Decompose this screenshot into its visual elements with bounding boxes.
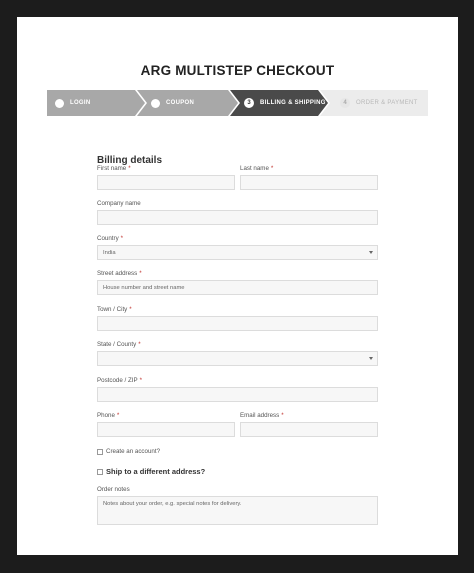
country-value: India: [103, 249, 116, 256]
company-name-field[interactable]: [97, 210, 378, 225]
email-field[interactable]: [240, 422, 378, 437]
first-name-field[interactable]: [97, 175, 235, 190]
ship-different-label[interactable]: Ship to a different address?: [106, 467, 205, 476]
checkout-steps: LOGIN COUPON 3 BILLING & SHIPPING 4 ORDE…: [47, 90, 428, 116]
step-number: 4: [340, 98, 350, 108]
country-select[interactable]: India: [97, 245, 378, 260]
step-login[interactable]: LOGIN: [47, 90, 145, 116]
step-label: COUPON: [166, 100, 195, 106]
street-address-field[interactable]: House number and street name: [97, 280, 378, 295]
state-select[interactable]: [97, 351, 378, 366]
last-name-field[interactable]: [240, 175, 378, 190]
create-account-label[interactable]: Create an account?: [106, 448, 160, 455]
checkout-card: ARG MULTISTEP CHECKOUT LOGIN COUPON 3 BI…: [17, 17, 458, 555]
checkmark-icon: [143, 91, 160, 108]
phone-label: Phone *: [97, 412, 120, 419]
street-address-label: Street address *: [97, 270, 142, 277]
order-notes-label: Order notes: [97, 486, 130, 493]
chevron-down-icon: [369, 357, 373, 360]
city-label: Town / City *: [97, 306, 132, 313]
postcode-field[interactable]: [97, 387, 378, 402]
company-name-label: Company name: [97, 200, 141, 207]
ship-different-checkbox[interactable]: [97, 469, 103, 475]
order-notes-placeholder: Notes about your order, e.g. special not…: [103, 501, 242, 507]
checkmark-icon: [47, 91, 64, 108]
step-number: 3: [244, 98, 254, 108]
phone-field[interactable]: [97, 422, 235, 437]
step-billing-shipping[interactable]: 3 BILLING & SHIPPING: [230, 90, 328, 116]
email-label: Email address *: [240, 412, 284, 419]
chevron-down-icon: [369, 251, 373, 254]
step-label: BILLING & SHIPPING: [260, 100, 326, 106]
country-label: Country *: [97, 235, 124, 242]
first-name-label: First name *: [97, 165, 131, 172]
order-notes-textarea[interactable]: Notes about your order, e.g. special not…: [97, 496, 378, 525]
create-account-checkbox[interactable]: [97, 449, 103, 455]
street-address-placeholder: House number and street name: [103, 284, 185, 291]
last-name-label: Last name *: [240, 165, 274, 172]
state-label: State / County *: [97, 341, 141, 348]
step-label: LOGIN: [70, 100, 91, 106]
step-order-payment[interactable]: 4 ORDER & PAYMENT: [320, 90, 428, 116]
step-label: ORDER & PAYMENT: [356, 100, 418, 106]
postcode-label: Postcode / ZIP *: [97, 377, 143, 384]
city-field[interactable]: [97, 316, 378, 331]
step-coupon[interactable]: COUPON: [137, 90, 238, 116]
page-title: ARG MULTISTEP CHECKOUT: [140, 63, 335, 78]
